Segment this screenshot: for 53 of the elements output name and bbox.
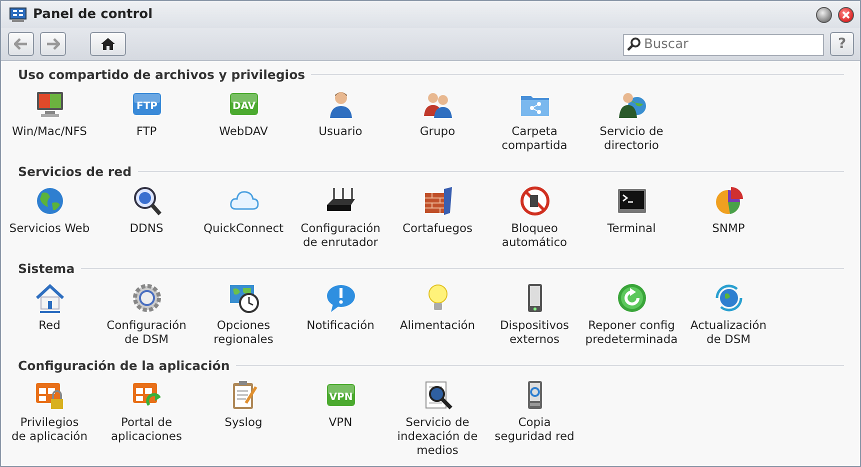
close-button[interactable] [838,6,854,22]
left-arrow-icon [14,38,28,50]
item-label[interactable]: Servicio de directorio [600,124,664,152]
item-label[interactable]: Grupo [420,124,456,138]
item-label[interactable]: Syslog [224,415,262,429]
back-button[interactable] [8,32,34,56]
window-title: Panel de control [33,7,154,22]
item-label[interactable]: Copia seguridad red [494,415,574,443]
item-label[interactable]: Privilegios de aplicación [12,415,88,443]
help-button[interactable]: ? [830,32,854,56]
search-field[interactable]: Buscar [623,34,824,56]
item-label[interactable]: Notificación [306,318,374,332]
item-label[interactable]: Portal de aplicaciones [110,415,182,443]
reset-icon[interactable] [616,282,648,314]
minimize-button[interactable] [816,6,832,22]
item-label[interactable]: Red [38,318,60,332]
item-label[interactable]: FTP [136,124,157,138]
item-label[interactable]: Usuario [318,124,362,138]
item-label[interactable]: Reponer config predeterminada [585,318,678,346]
forward-button[interactable] [40,32,66,56]
close-icon [842,10,850,18]
item-label[interactable]: Actualización de DSM [690,318,767,346]
section-heading: Configuración de la aplicación [18,358,230,372]
item-label[interactable]: QuickConnect [203,221,284,235]
house-icon[interactable] [34,282,66,314]
item-label[interactable]: Carpeta compartida [502,124,568,152]
house-icon [100,37,116,51]
home-button[interactable] [90,32,126,56]
section-heading: Servicios de red [18,164,132,178]
item-label[interactable]: Alimentación [400,318,476,332]
search-icon [627,37,641,51]
item-label[interactable]: Configuración de enrutador [300,221,380,249]
control-panel-icon [9,6,27,22]
item-label[interactable]: Terminal [607,221,656,235]
right-arrow-icon [46,38,60,50]
section-heading: Sistema [18,260,75,276]
map-clock-icon[interactable] [228,282,260,314]
speech-bubble-icon[interactable] [324,282,356,314]
item-label[interactable]: WebDAV [219,124,268,138]
item-label[interactable]: Configuración de DSM [106,318,186,346]
gear-icon[interactable] [130,282,162,314]
item-label[interactable]: Servicio de indexación de medios [397,415,478,457]
item-label[interactable]: Win/Mac/NFS [12,124,87,138]
item-label[interactable]: Servicios Web [9,221,90,235]
section-heading: Uso compartido de archivos y privilegios [18,66,306,82]
item-label[interactable]: Bloqueo automático [502,221,568,249]
item-label[interactable]: Opciones regionales [214,318,274,346]
item-label[interactable]: SNMP [712,221,745,235]
item-label[interactable]: VPN [328,415,352,429]
item-label[interactable]: DDNS [130,221,164,235]
item-label[interactable]: Cortafuegos [402,221,473,235]
item-label[interactable]: Dispositivos externos [500,318,570,346]
prohibited-sign-icon[interactable] [518,185,550,217]
